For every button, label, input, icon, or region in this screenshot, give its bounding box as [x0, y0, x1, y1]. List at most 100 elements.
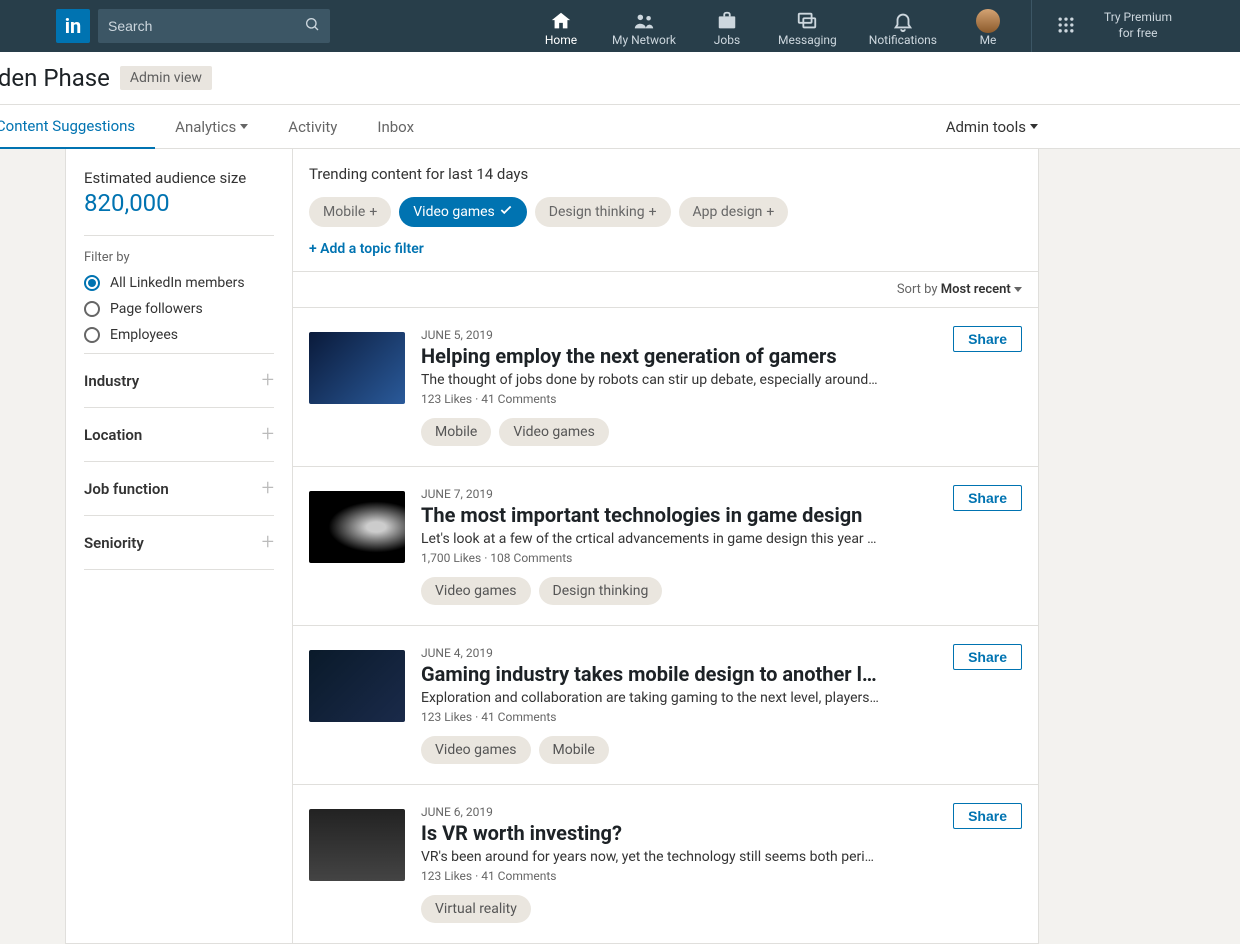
article-tag: Mobile	[421, 418, 491, 446]
article-thumbnail[interactable]	[309, 332, 405, 404]
home-icon	[550, 9, 572, 33]
page-header: Golden Phase Admin view	[0, 52, 1240, 105]
filter-section-label: Location	[84, 426, 142, 444]
plus-icon: +	[369, 204, 377, 220]
plus-icon: +	[766, 204, 774, 220]
article-meta: 123 Likes · 41 Comments	[421, 392, 1022, 406]
chevron-down-icon	[240, 124, 248, 129]
article-thumbnail[interactable]	[309, 809, 405, 881]
search-icon	[304, 16, 320, 36]
radio-label: All LinkedIn members	[110, 275, 245, 291]
topic-pills: Mobile +Video games Design thinking +App…	[309, 197, 1022, 227]
article-meta: 123 Likes · 41 Comments	[421, 869, 1022, 883]
radio-icon	[84, 327, 100, 343]
radio-icon	[84, 301, 100, 317]
admin-view-badge: Admin view	[120, 66, 212, 90]
nav-network[interactable]: My Network	[596, 5, 692, 47]
add-topic-filter[interactable]: + Add a topic filter	[309, 241, 1022, 257]
share-button[interactable]: Share	[953, 326, 1022, 352]
plus-icon: +	[262, 476, 274, 501]
filter-radio-1[interactable]: Page followers	[84, 301, 274, 317]
article-card: JUNE 6, 2019 Is VR worth investing? VR's…	[293, 784, 1038, 943]
nav-label: Notifications	[869, 33, 937, 47]
tab-content-suggestions[interactable]: Content Suggestions	[0, 105, 155, 149]
nav-notifications[interactable]: Notifications	[853, 5, 953, 47]
tab-label: Analytics	[175, 118, 236, 136]
chat-icon	[796, 9, 818, 33]
nav-label: My Network	[612, 33, 676, 47]
article-tag: Mobile	[539, 736, 609, 764]
content-main: Trending content for last 14 days Mobile…	[293, 149, 1039, 944]
apps-grid-icon[interactable]	[1040, 15, 1092, 38]
article-meta: 123 Likes · 41 Comments	[421, 710, 1022, 724]
nav-label: Me	[980, 33, 997, 47]
sort-value: Most recent	[941, 282, 1011, 297]
search-input[interactable]	[108, 18, 304, 34]
article-tag: Design thinking	[539, 577, 663, 605]
admin-tools-label: Admin tools	[946, 118, 1026, 136]
search-box[interactable]	[98, 9, 330, 43]
nav-items: Home My Network Jobs Messaging Notificat…	[526, 5, 1023, 47]
nav-me[interactable]: Me	[953, 5, 1023, 47]
avatar-icon	[976, 9, 1000, 33]
article-date: JUNE 4, 2019	[421, 646, 1022, 660]
tab-inbox[interactable]: Inbox	[377, 106, 434, 148]
filter-radio-2[interactable]: Employees	[84, 327, 274, 343]
global-nav: in Home My Network Jobs Messaging	[0, 0, 1240, 52]
sort-bar[interactable]: Sort by Most recent	[293, 271, 1038, 307]
share-button[interactable]: Share	[953, 644, 1022, 670]
article-tags: Virtual reality	[421, 895, 1022, 923]
article-title[interactable]: Gaming industry takes mobile design to a…	[421, 662, 881, 686]
nav-jobs[interactable]: Jobs	[692, 5, 762, 47]
premium-line2: for free	[1119, 26, 1158, 42]
filter-by-label: Filter by	[84, 235, 274, 265]
filters-sidebar: Estimated audience size 820,000 Filter b…	[65, 149, 293, 944]
topic-pill-video-games[interactable]: Video games	[399, 197, 527, 227]
nav-label: Home	[545, 33, 577, 47]
article-thumbnail[interactable]	[309, 650, 405, 722]
tab-analytics[interactable]: Analytics	[175, 106, 268, 148]
share-button[interactable]: Share	[953, 485, 1022, 511]
nav-home[interactable]: Home	[526, 5, 596, 47]
article-excerpt: VR's been around for years now, yet the …	[421, 849, 881, 865]
people-icon	[633, 9, 655, 33]
article-meta: 1,700 Likes · 108 Comments	[421, 551, 1022, 565]
article-title[interactable]: Helping employ the next generation of ga…	[421, 344, 881, 368]
article-date: JUNE 6, 2019	[421, 805, 1022, 819]
tab-activity[interactable]: Activity	[288, 106, 357, 148]
topic-pill-design-thinking[interactable]: Design thinking +	[535, 197, 671, 227]
plus-icon: +	[649, 204, 657, 220]
share-button[interactable]: Share	[953, 803, 1022, 829]
trending-label: Trending content for last 14 days	[309, 165, 1022, 183]
pill-label: Design thinking	[549, 204, 645, 220]
company-name: Golden Phase	[0, 64, 110, 92]
article-excerpt: Let's look at a few of the crtical advan…	[421, 531, 881, 547]
pill-label: Video games	[413, 204, 495, 220]
article-title[interactable]: Is VR worth investing?	[421, 821, 881, 845]
linkedin-logo[interactable]: in	[56, 9, 90, 43]
briefcase-icon	[716, 9, 738, 33]
admin-tools-dropdown[interactable]: Admin tools	[946, 118, 1044, 136]
audience-value: 820,000	[84, 189, 274, 217]
nav-messaging[interactable]: Messaging	[762, 5, 853, 47]
topic-pill-mobile[interactable]: Mobile +	[309, 197, 391, 227]
filter-section-industry[interactable]: Industry+	[84, 353, 274, 407]
article-title[interactable]: The most important technologies in game …	[421, 503, 881, 527]
bell-icon	[892, 9, 914, 33]
filter-radio-0[interactable]: All LinkedIn members	[84, 275, 274, 291]
article-tag: Video games	[499, 418, 609, 446]
plus-icon: +	[262, 422, 274, 447]
pill-label: App design	[693, 204, 763, 220]
sort-label: Sort by	[897, 282, 938, 297]
plus-icon: +	[262, 530, 274, 555]
filter-section-job-function[interactable]: Job function+	[84, 461, 274, 515]
nav-label: Messaging	[778, 33, 837, 47]
article-tags: Video gamesDesign thinking	[421, 577, 1022, 605]
article-date: JUNE 5, 2019	[421, 328, 1022, 342]
article-tags: Video gamesMobile	[421, 736, 1022, 764]
try-premium-link[interactable]: Try Premium for free	[1092, 10, 1184, 41]
filter-section-location[interactable]: Location +	[84, 407, 274, 461]
article-thumbnail[interactable]	[309, 491, 405, 563]
topic-pill-app-design[interactable]: App design +	[679, 197, 789, 227]
filter-section-seniority[interactable]: Seniority+	[84, 515, 274, 570]
